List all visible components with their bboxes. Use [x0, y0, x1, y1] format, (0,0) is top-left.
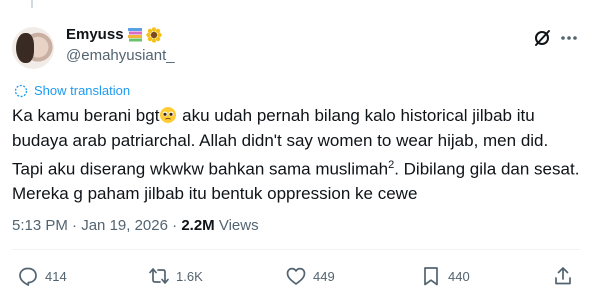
more-icon[interactable]: [559, 28, 579, 48]
author-handle[interactable]: @emahyusiant_: [66, 47, 175, 64]
translate-icon: [14, 84, 28, 97]
actions-divider: [12, 249, 580, 250]
tweet-text: Ka kamu berani bgt aku udah pernah bilan…: [12, 104, 582, 207]
bookmark-button[interactable]: 440: [420, 265, 470, 287]
reply-icon: [19, 267, 37, 286]
repost-button[interactable]: 1.6K: [148, 265, 203, 287]
grok-icon[interactable]: [532, 28, 552, 48]
like-count: 449: [313, 268, 335, 284]
meta-separator-2: ·: [167, 217, 182, 234]
like-icon: [286, 267, 306, 285]
thread-connector-line: [31, 0, 33, 8]
views-label: Views: [218, 217, 259, 234]
tweet-time[interactable]: 5:13 PM: [12, 217, 68, 234]
views-count: 2.2M: [181, 217, 215, 234]
reply-button[interactable]: 414: [17, 265, 67, 287]
reply-count: 414: [45, 268, 67, 284]
books-emoji-icon: [127, 28, 142, 42]
like-button[interactable]: 449: [285, 265, 335, 287]
sunflower-emoji-icon: [145, 26, 162, 43]
bookmark-count: 440: [448, 268, 470, 284]
share-icon: [555, 267, 571, 285]
tweet-meta: 5:13 PM · Jan 19, 2026 · 2.2M Views: [12, 217, 259, 234]
show-translation-link[interactable]: Show translation: [14, 83, 130, 98]
avatar[interactable]: [12, 27, 54, 69]
bookmark-icon: [424, 267, 438, 286]
repost-count: 1.6K: [176, 268, 203, 284]
display-name[interactable]: Emyuss: [66, 26, 124, 43]
tweet-text-part-1: Ka kamu berani bgt: [12, 106, 160, 125]
repost-icon: [149, 268, 169, 284]
tweet-date[interactable]: Jan 19, 2026: [81, 217, 168, 234]
avatar-hair: [16, 33, 34, 63]
author-name-row[interactable]: Emyuss: [66, 26, 162, 43]
show-translation-label: Show translation: [34, 83, 131, 98]
pleading-face-emoji-icon: [160, 107, 177, 123]
meta-separator: ·: [67, 217, 82, 234]
share-button[interactable]: [552, 265, 574, 287]
